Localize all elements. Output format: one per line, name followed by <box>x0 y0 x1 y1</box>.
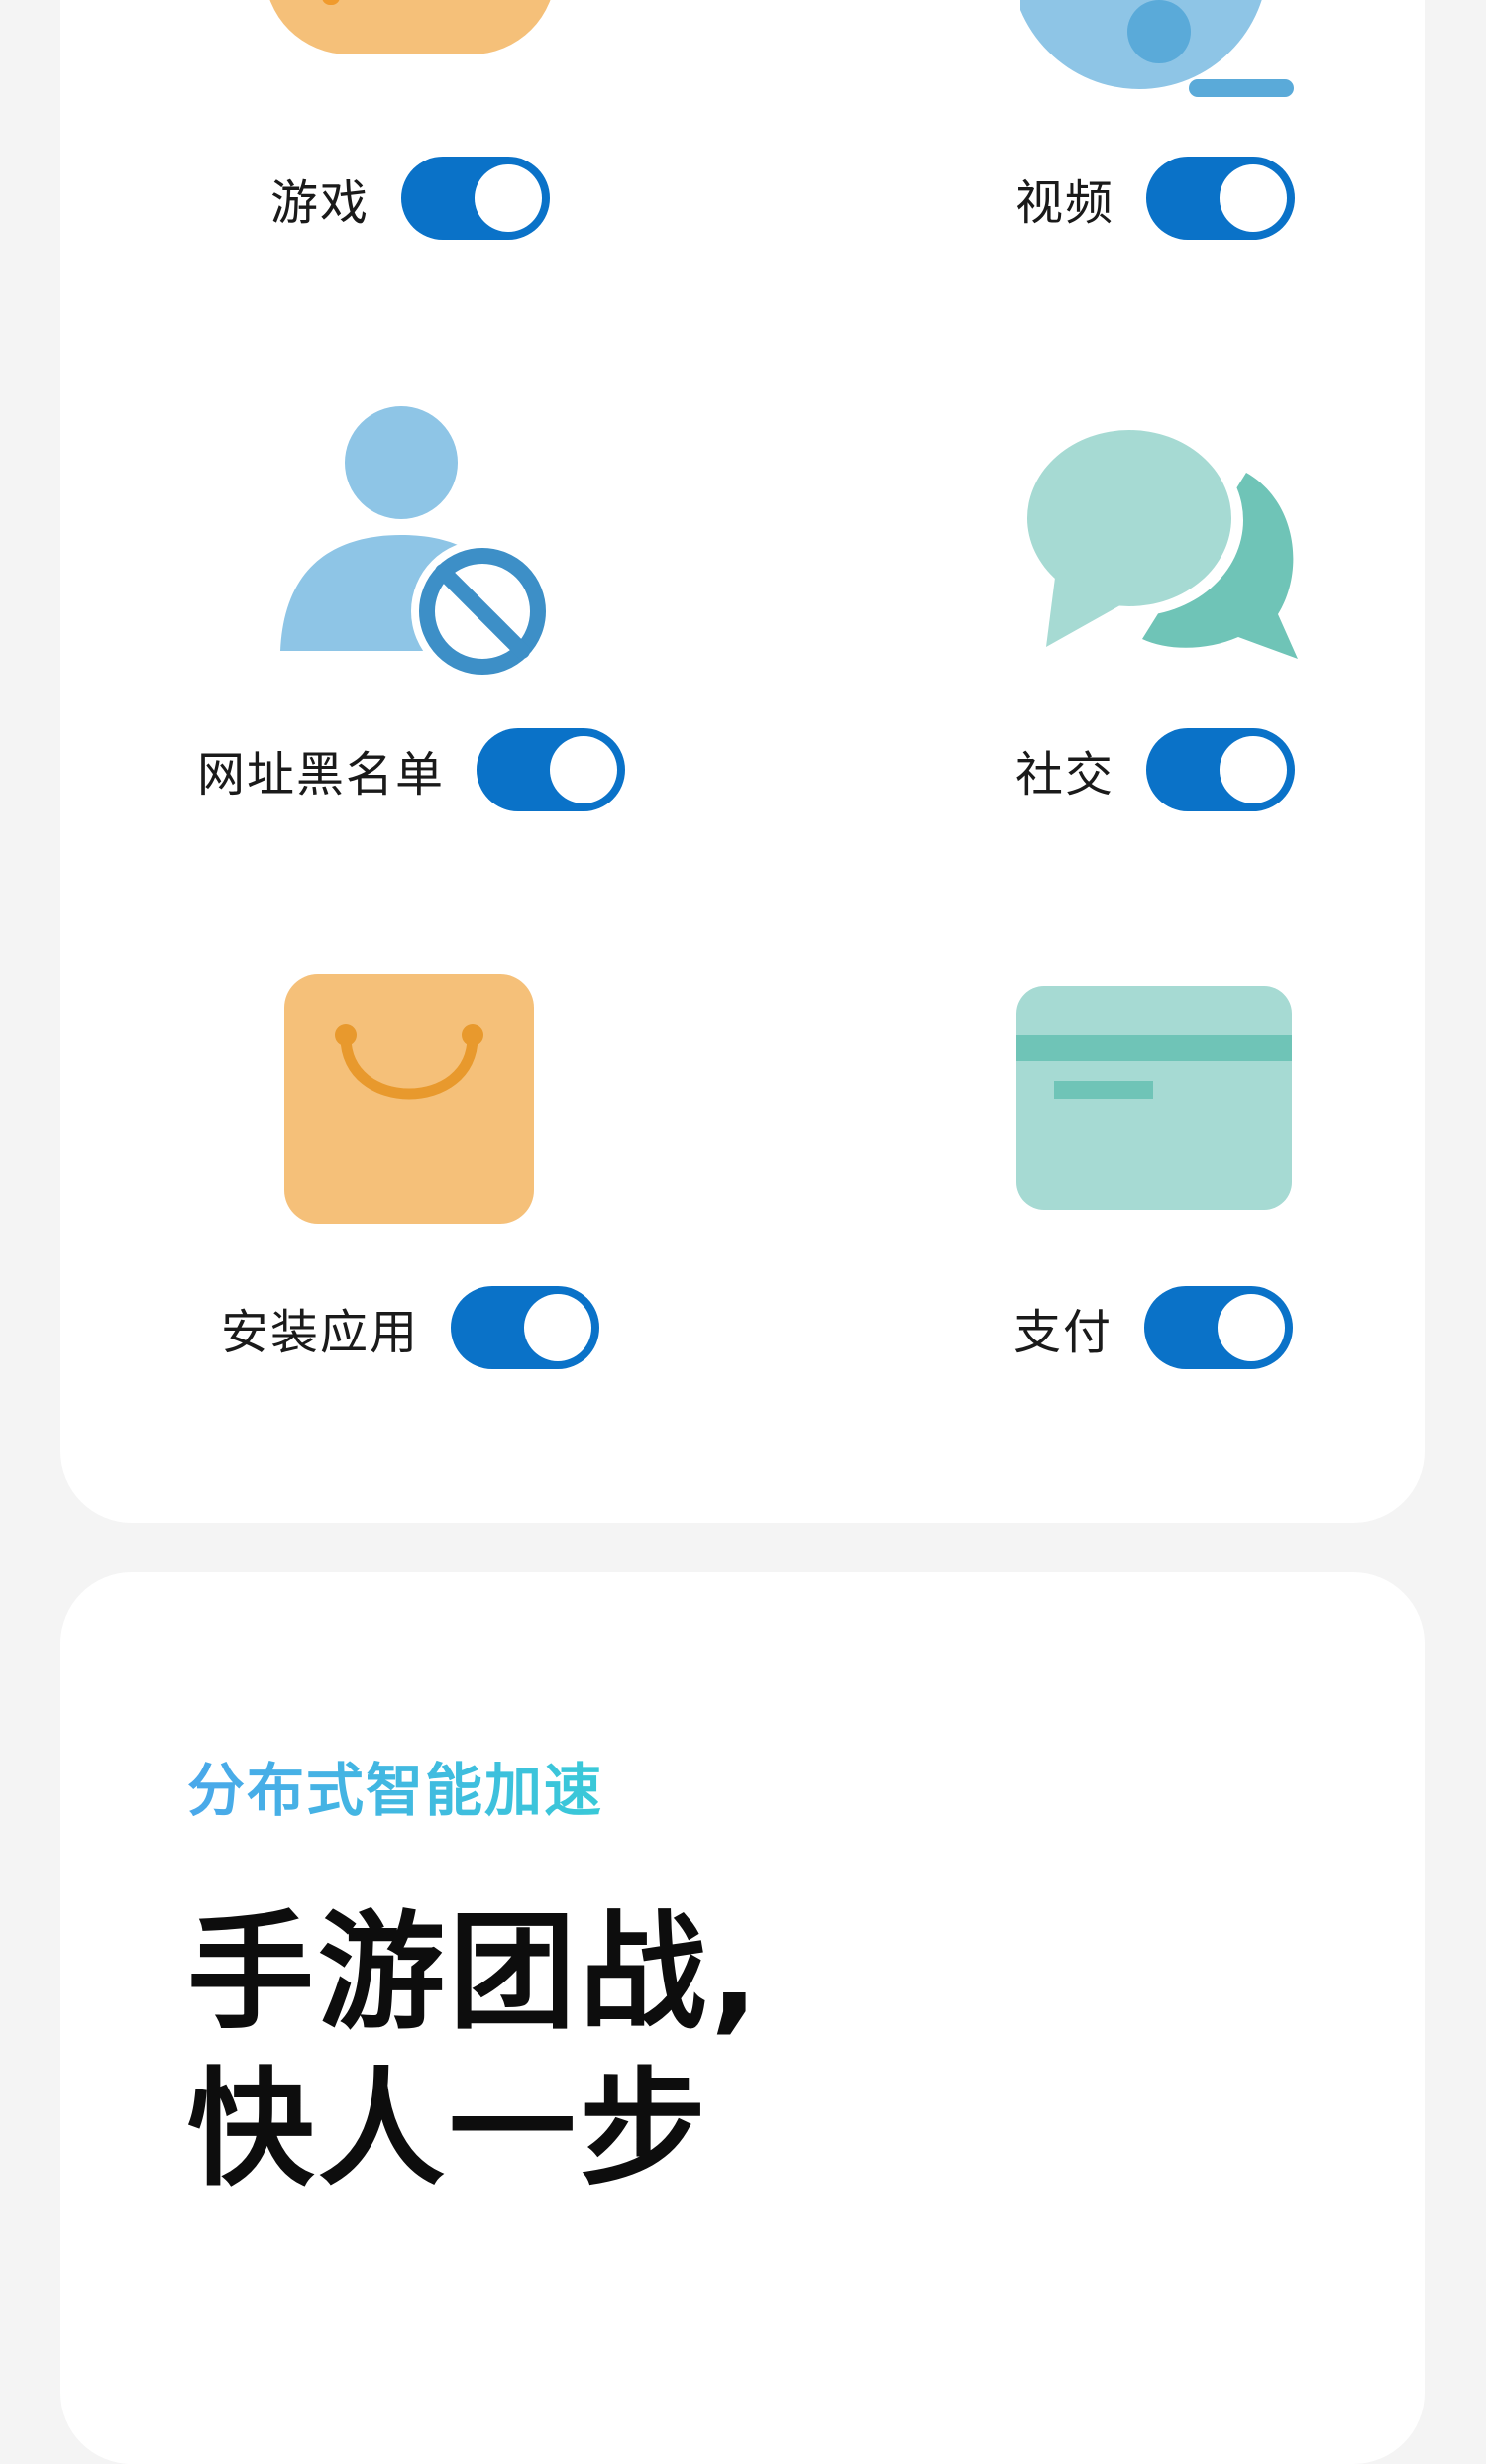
feature-video-label: 视频 <box>1014 175 1115 231</box>
feature-payment-toggle[interactable] <box>1144 1286 1294 1369</box>
credit-card-icon <box>1016 986 1292 1210</box>
feature-social-toggle[interactable] <box>1146 728 1296 811</box>
gamepad-icon <box>269 0 551 54</box>
feature-install-apps-toggle[interactable] <box>451 1286 600 1369</box>
toggle-knob <box>550 736 618 803</box>
promo-headline-line1: 手游团战, <box>187 1899 763 2047</box>
feature-url-blacklist-toggle[interactable] <box>477 728 626 811</box>
chat-bubbles-icon <box>1021 424 1298 659</box>
toggle-knob <box>1218 1294 1286 1361</box>
promo-headline-line2: 快人一步 <box>187 2056 711 2203</box>
feature-game-toggle[interactable] <box>401 157 551 240</box>
blocked-user-icon <box>280 406 554 683</box>
toggle-knob <box>524 1294 592 1361</box>
shopping-bag-icon <box>284 974 534 1224</box>
toggle-knob <box>1220 736 1288 803</box>
feature-social-label: 社交 <box>1014 747 1115 803</box>
video-reel-icon <box>1020 0 1294 97</box>
toggle-knob <box>1220 164 1288 232</box>
feature-install-apps-label: 安装应用 <box>220 1305 420 1360</box>
feature-payment-label: 支付 <box>1012 1305 1114 1360</box>
toggle-knob <box>475 164 543 232</box>
feature-url-blacklist-label: 网址黑名单 <box>196 747 446 803</box>
feature-video-toggle[interactable] <box>1146 157 1296 240</box>
promo-accent-title: 分布式智能加速 <box>187 1744 603 1827</box>
feature-game-label: 游戏 <box>269 175 371 231</box>
